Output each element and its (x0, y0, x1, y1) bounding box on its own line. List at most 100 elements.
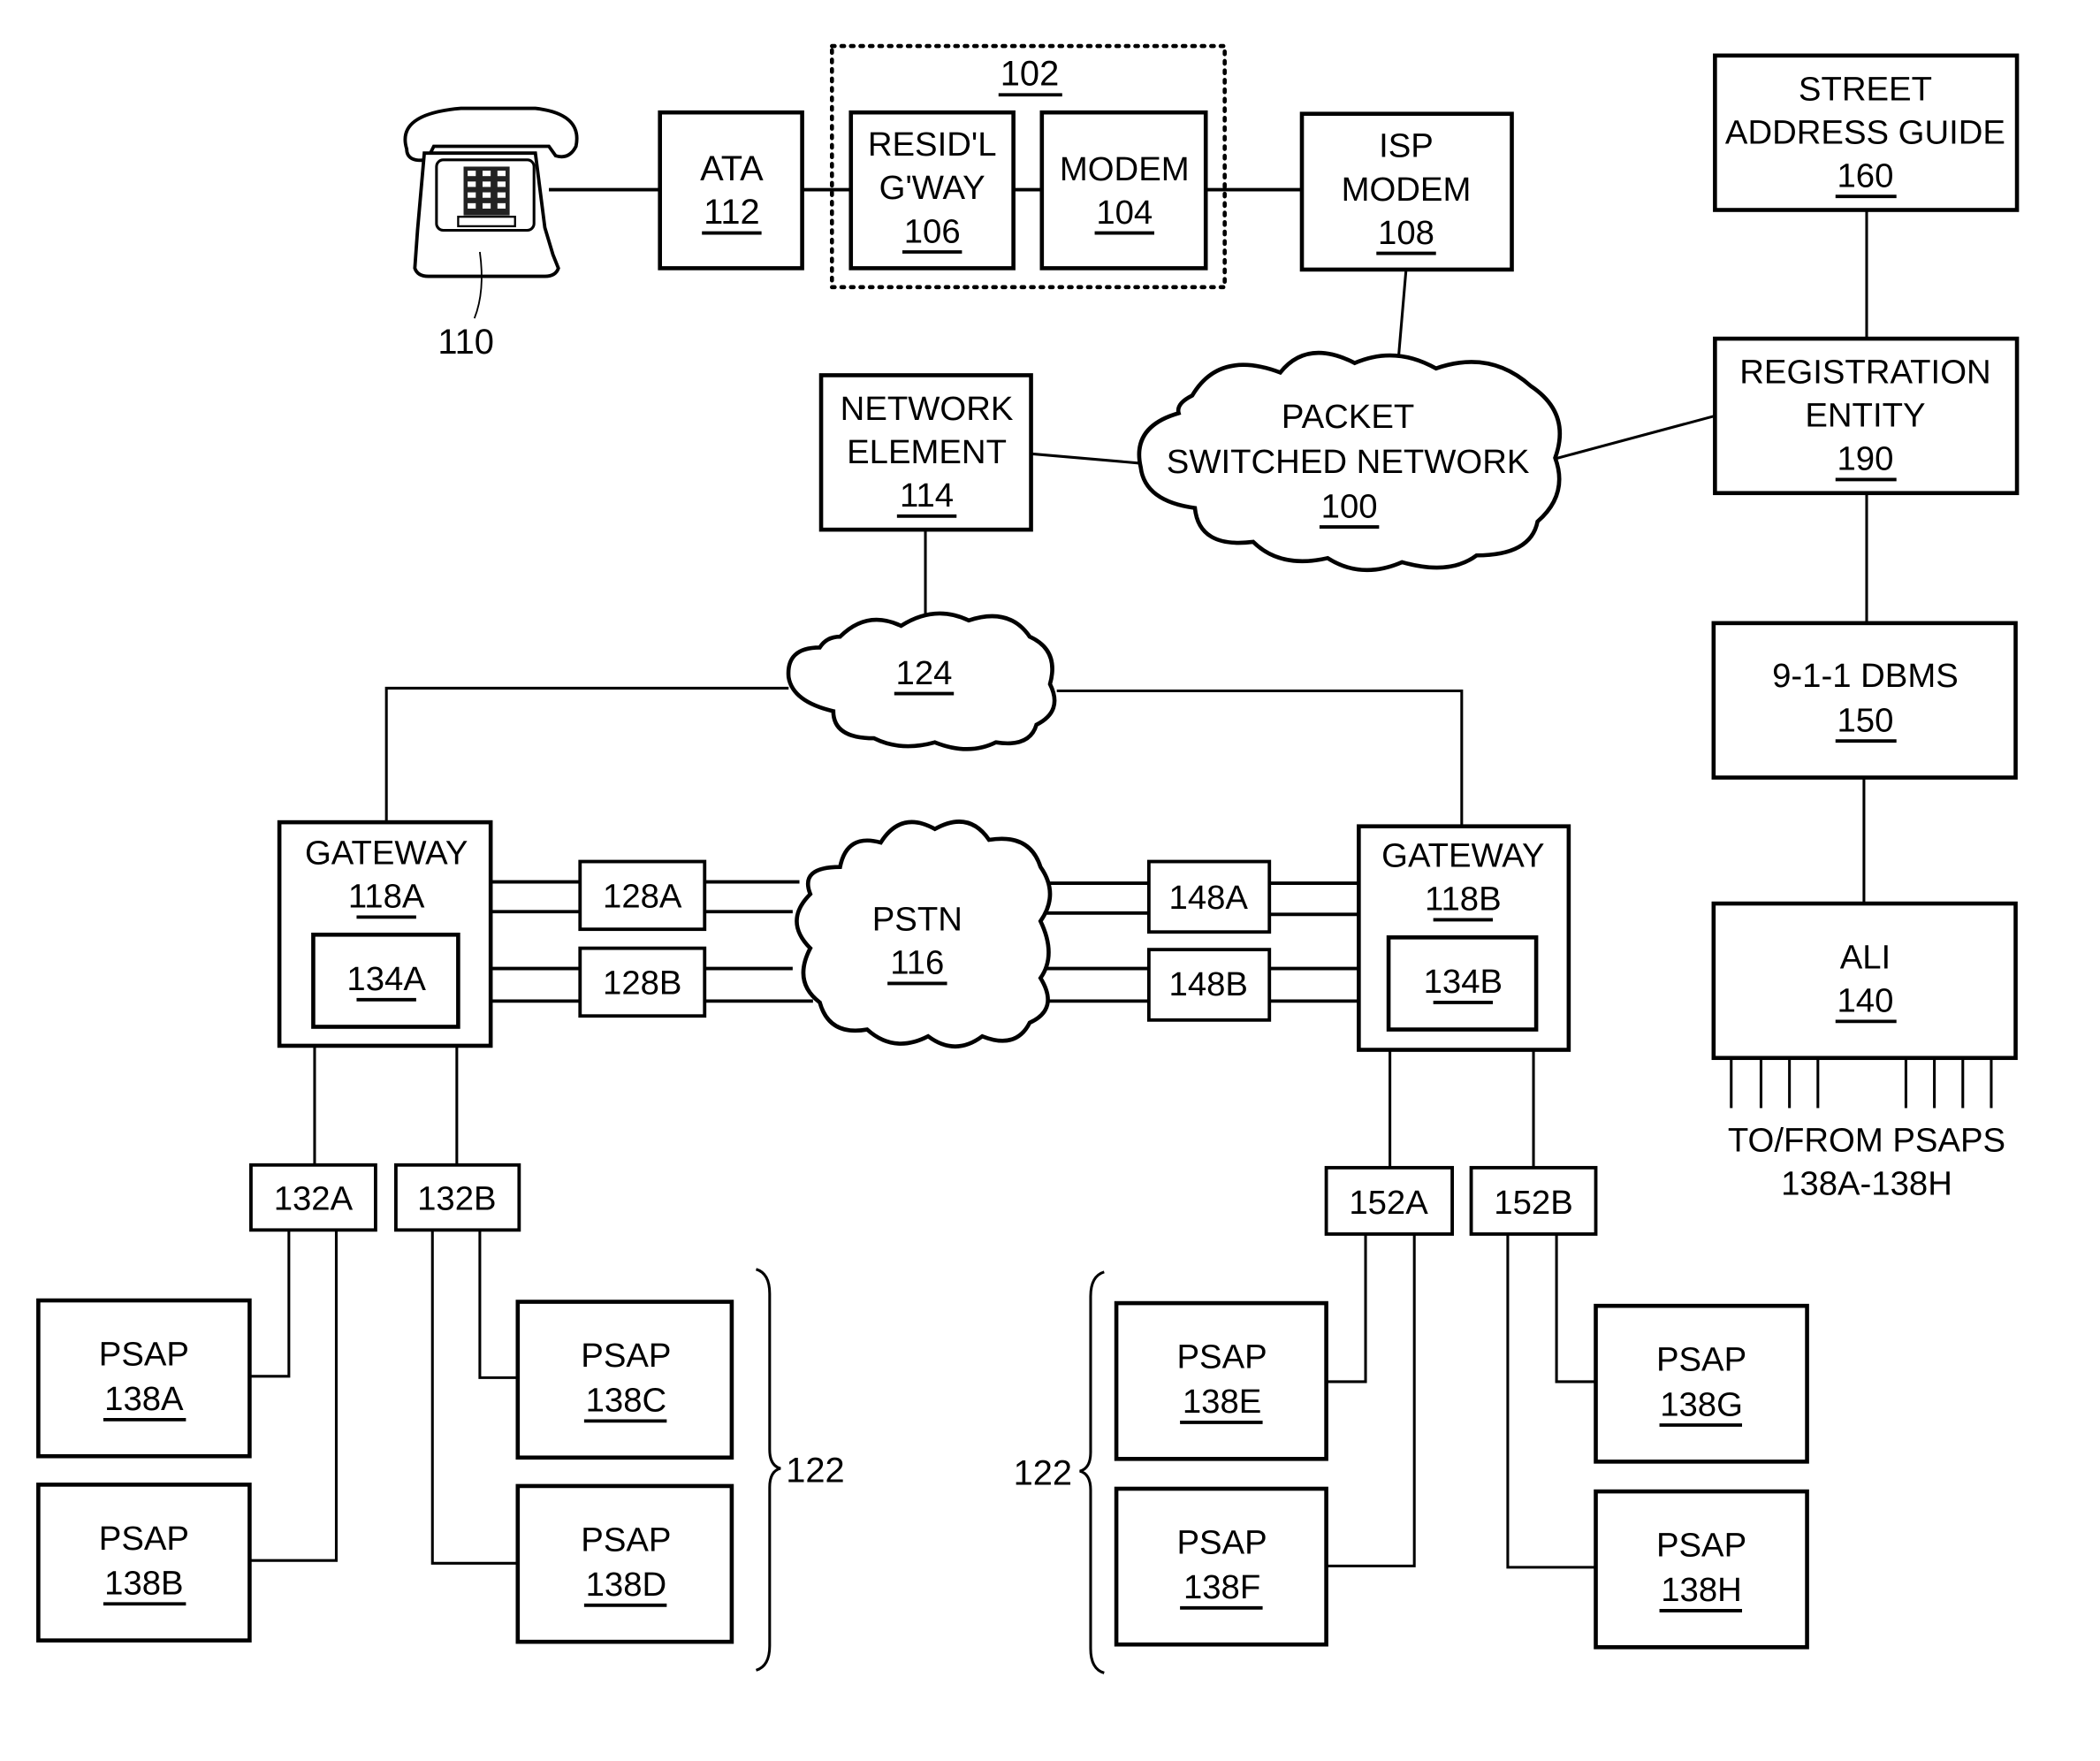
router-152b-box[interactable]: 152B (1469, 1165, 1598, 1236)
sag-label: STREET (1799, 70, 1932, 108)
isp-psn-link (1396, 268, 1408, 363)
psap-ref: 138G (1660, 1385, 1743, 1423)
net124-gateway-a-link (384, 686, 789, 823)
gateway-a-inner-ref: 134A (346, 960, 426, 998)
ata-box[interactable]: ATA 112 (658, 110, 804, 271)
trunk-128b-label: 128B (603, 964, 681, 1002)
psap-138d-box[interactable]: PSAP 138D (515, 1483, 734, 1644)
network-element-label: NETWORK (841, 390, 1014, 428)
ali-box[interactable]: ALI 140 (1711, 901, 2018, 1061)
psap-138c-box[interactable]: PSAP 138C (515, 1300, 734, 1460)
router-152b-label: 152B (1494, 1184, 1572, 1222)
pstn-cloud[interactable]: PSTN 116 (795, 820, 1053, 1048)
ali-note-label: TO/FROM PSAPS (1728, 1121, 2005, 1159)
psap-label: PSAP (99, 1336, 189, 1374)
gateway-a-label: GATEWAY (305, 835, 468, 873)
psap-ref: 138D (586, 1566, 667, 1604)
psap-138g-box[interactable]: PSAP 138G (1594, 1303, 1809, 1464)
ali-note-range: 138A-138H (1781, 1164, 1952, 1202)
router-psap-link (1506, 1233, 1596, 1569)
psap-138f-box[interactable]: PSAP 138F (1114, 1486, 1328, 1647)
resid-gateway-label-2: G'WAY (879, 169, 985, 207)
dbms-ref: 150 (1837, 701, 1893, 739)
isp-modem-box[interactable]: ISP MODEM 108 (1299, 111, 1514, 272)
residential-unit-ref: 102 (1001, 55, 1059, 94)
router-132a-box[interactable]: 132A (249, 1163, 377, 1232)
pstn-ref: 116 (890, 944, 944, 982)
gateway-b-label: GATEWAY (1381, 837, 1544, 875)
psap-label: PSAP (581, 1337, 671, 1375)
psap-label: PSAP (1177, 1524, 1267, 1562)
network-element-box[interactable]: NETWORK ELEMENT 114 (818, 373, 1033, 532)
gateway-118a-box[interactable]: GATEWAY 118A 134A (277, 820, 493, 1048)
trunk-128a-label: 128A (603, 878, 682, 916)
psap-138b-box[interactable]: PSAP 138B (36, 1483, 252, 1643)
psap-ref: 138C (586, 1382, 667, 1420)
ali-label: ALI (1840, 939, 1891, 977)
router-152a-box[interactable]: 152A (1324, 1165, 1455, 1236)
dbms-label: 9-1-1 DBMS (1772, 657, 1959, 695)
trunk-128a-box[interactable]: 128A (578, 859, 707, 932)
street-address-guide-box[interactable]: STREET ADDRESS GUIDE 160 (1713, 53, 2020, 212)
router-psap-link (1326, 1233, 1367, 1384)
router-psap-link (478, 1230, 518, 1379)
dbms-box[interactable]: 9-1-1 DBMS 150 (1711, 621, 2018, 780)
packet-switched-network-cloud[interactable]: PACKET SWITCHED NETWORK 100 (1137, 350, 1563, 573)
gateway-b-ref: 118B (1425, 880, 1502, 919)
psap-ref: 138A (104, 1380, 184, 1418)
psn-registration-link (1548, 414, 1716, 462)
registration-entity-box[interactable]: REGISTRATION ENTITY 190 (1713, 336, 2020, 496)
psap-138a-box[interactable]: PSAP 138A (36, 1298, 252, 1459)
trunk-148a-label: 148A (1169, 879, 1249, 917)
psap-group-left-ref: 122 (786, 1451, 844, 1490)
gateway-b-inner-ref: 134B (1424, 963, 1503, 1001)
psap-138e-box[interactable]: PSAP 138E (1114, 1300, 1328, 1461)
router-152a-label: 152A (1349, 1184, 1428, 1222)
psap-label: PSAP (1656, 1341, 1746, 1379)
ata-ref: 112 (704, 193, 760, 232)
resid-gateway-label: RESID'L (868, 126, 997, 164)
router-psap-link (249, 1230, 291, 1378)
resid-gateway-ref: 106 (904, 212, 961, 250)
network-124-cloud[interactable]: 124 (786, 611, 1057, 751)
net124-gateway-b-link (1056, 689, 1464, 827)
psap-group-right-ref: 122 (1014, 1453, 1072, 1492)
trunk-148a-box[interactable]: 148A (1146, 859, 1272, 934)
isp-modem-ref: 108 (1378, 214, 1434, 252)
registration-ref: 190 (1837, 440, 1893, 478)
isp-modem-label: ISP (1379, 127, 1434, 165)
psap-label: PSAP (99, 1520, 189, 1558)
psap-ref: 138H (1661, 1571, 1742, 1609)
network-element-label-2: ELEMENT (847, 433, 1007, 471)
router-psap-link (1326, 1233, 1416, 1567)
gateway-118b-box[interactable]: GATEWAY 118B 134B (1357, 824, 1571, 1052)
router-psap-link (430, 1230, 518, 1565)
router-psap-link (1555, 1233, 1596, 1384)
psap-ref: 138F (1183, 1568, 1260, 1606)
network-element-ref: 114 (900, 476, 954, 515)
residential-gateway-box[interactable]: RESID'L G'WAY 106 (848, 110, 1016, 271)
net124-ref: 124 (896, 654, 953, 692)
gateway-a-ref: 118A (348, 878, 425, 916)
router-132b-label: 132B (417, 1179, 496, 1217)
ali-output-lines (1730, 1056, 1993, 1109)
trunk-148b-box[interactable]: 148B (1146, 948, 1272, 1022)
ne-psn-link (1031, 452, 1141, 465)
psn-ref: 100 (1321, 487, 1378, 525)
isp-modem-label-2: MODEM (1342, 171, 1472, 209)
psap-label: PSAP (1177, 1338, 1267, 1376)
trunk-128b-box[interactable]: 128B (578, 946, 707, 1018)
registration-label-2: ENTITY (1805, 397, 1925, 435)
psap-label: PSAP (581, 1521, 671, 1559)
router-132b-box[interactable]: 132B (393, 1163, 521, 1232)
psap-group-brace-right: 122 (1014, 1270, 1105, 1674)
phone-ref-label: 110 (438, 323, 494, 362)
psap-138h-box[interactable]: PSAP 138H (1594, 1489, 1809, 1650)
router-132a-label: 132A (274, 1179, 354, 1217)
psap-label: PSAP (1656, 1527, 1746, 1565)
psap-ref: 138B (104, 1565, 183, 1603)
sag-ref: 160 (1837, 156, 1893, 194)
modem-box[interactable]: MODEM 104 (1039, 110, 1208, 271)
psn-label-2: SWITCHED NETWORK (1167, 443, 1530, 481)
ata-label: ATA (700, 149, 764, 188)
